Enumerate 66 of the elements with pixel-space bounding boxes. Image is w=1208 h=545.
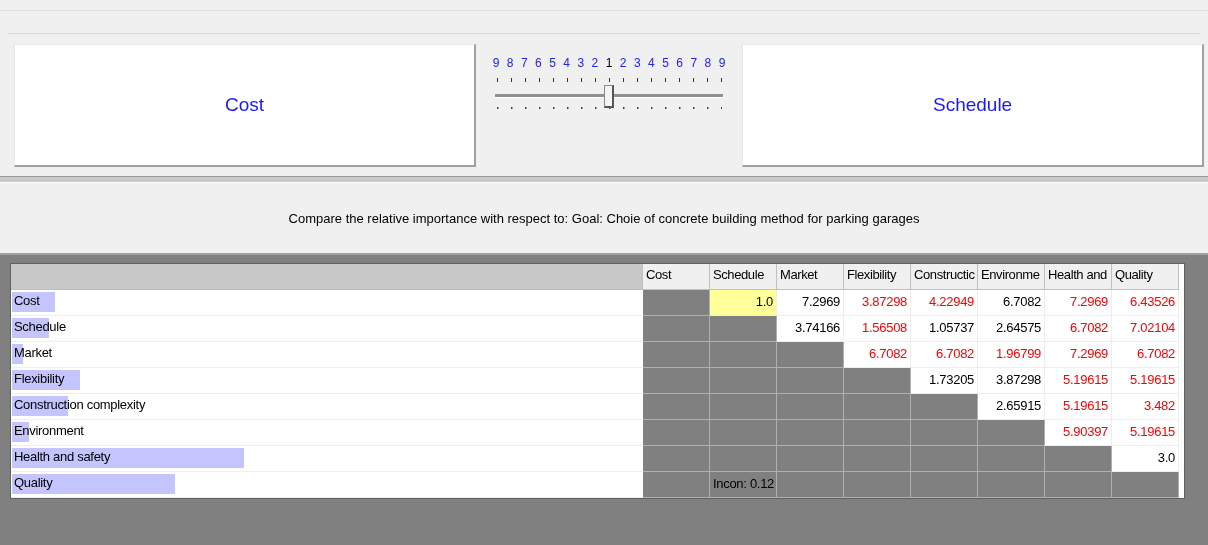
scale-label: 9 (491, 56, 501, 70)
table-cell[interactable]: 6.7082 (1112, 342, 1179, 368)
table-cell[interactable]: 6.7082 (911, 342, 978, 368)
criterion-panel[interactable]: Cost (14, 44, 476, 167)
empty-cell: Incon: 0.12 (710, 472, 777, 498)
scale-label: 1 (604, 56, 614, 70)
table-cell[interactable]: 6.7082 (1045, 316, 1112, 342)
row-header[interactable]: Flexibility (11, 368, 643, 394)
table-cell[interactable]: 3.87298 (844, 290, 911, 316)
table-cell[interactable]: 5.19615 (1045, 394, 1112, 420)
table-cell[interactable]: 6.7082 (844, 342, 911, 368)
scale-label: 8 (505, 56, 515, 70)
scale-label: 3 (632, 56, 642, 70)
table-cell[interactable]: 7.2969 (1045, 290, 1112, 316)
row-header[interactable]: Environment (11, 420, 643, 446)
column-header: Market (777, 264, 844, 290)
row-header[interactable]: Cost (11, 290, 643, 316)
scale-label: 6 (675, 56, 684, 70)
table-cell[interactable]: 4.22949 (911, 290, 978, 316)
slider-thumb[interactable] (604, 85, 614, 108)
table-cell[interactable]: 6.7082 (978, 290, 1045, 316)
column-header: Schedule (710, 264, 777, 290)
table-cell[interactable]: 3.87298 (978, 368, 1045, 394)
table-cell[interactable]: 1.56508 (844, 316, 911, 342)
column-header: Cost (643, 264, 710, 290)
scale-label: 5 (661, 56, 670, 70)
table-cell[interactable]: 1.96799 (978, 342, 1045, 368)
table-cell[interactable]: 1.05737 (911, 316, 978, 342)
row-header[interactable]: Health and safety (11, 446, 643, 472)
scale-label: 3 (576, 56, 586, 70)
scale-label: 4 (562, 56, 571, 70)
scale-label: 8 (703, 56, 713, 70)
column-header: Constructic (911, 264, 978, 290)
scale-label: 5 (548, 56, 557, 70)
scale-label: 4 (647, 56, 656, 70)
column-header: Health and (1045, 264, 1112, 290)
row-header[interactable]: Schedule (11, 316, 643, 342)
table-cell[interactable]: 2.64575 (978, 316, 1045, 342)
table-cell[interactable]: 5.19615 (1112, 420, 1179, 446)
criterion-panel[interactable]: Schedule (742, 44, 1204, 167)
table-cell[interactable]: 3.74166 (777, 316, 844, 342)
row-header[interactable]: Quality (11, 472, 643, 498)
table-cell[interactable]: 7.2969 (1045, 342, 1112, 368)
column-header: Environme (978, 264, 1045, 290)
table-cell[interactable]: 6.43526 (1112, 290, 1179, 316)
scale-label: 6 (534, 56, 543, 70)
table-cell[interactable]: 5.90397 (1045, 420, 1112, 446)
scale-label: 9 (717, 56, 727, 70)
scale-label: 7 (519, 56, 529, 70)
table-cell[interactable]: 3.482 (1112, 394, 1179, 420)
table-cell[interactable]: 3.0 (1112, 446, 1179, 472)
table-cell[interactable]: 5.19615 (1045, 368, 1112, 394)
column-header: Flexibility (844, 264, 911, 290)
row-header[interactable]: Market (11, 342, 643, 368)
table-cell[interactable]: 7.02104 (1112, 316, 1179, 342)
table-cell[interactable]: 5.19615 (1112, 368, 1179, 394)
prompt-text: Compare the relative importance with respect to: Goal: Choie of concrete building method for parking garages (288, 210, 920, 226)
row-header[interactable]: Construction complexity (11, 394, 643, 420)
scale-label: 2 (590, 56, 600, 70)
scale-label: 2 (618, 56, 628, 70)
column-header: Quality (1112, 264, 1179, 290)
table-cell[interactable]: 1.73205 (911, 368, 978, 394)
table-cell[interactable]: 7.2969 (777, 290, 844, 316)
table-cell[interactable]: 2.65915 (978, 394, 1045, 420)
scale-label: 7 (689, 56, 699, 70)
table-cell[interactable]: 1.0 (710, 290, 777, 316)
